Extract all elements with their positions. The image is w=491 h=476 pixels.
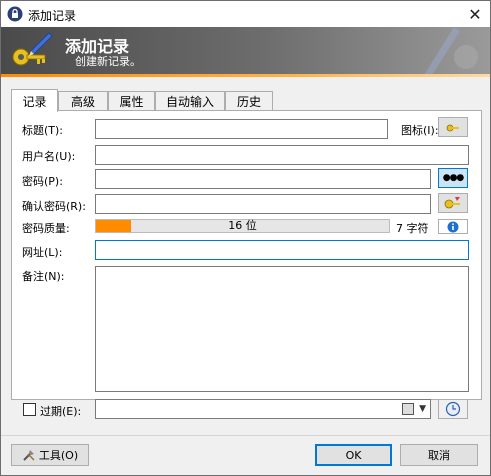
tools-button[interactable]: 工具(O): [11, 444, 89, 466]
quality-bits-text: 16 位: [228, 219, 257, 232]
tab-properties[interactable]: 属性: [108, 91, 155, 111]
close-button[interactable]: ✕: [460, 1, 490, 27]
username-input[interactable]: [95, 145, 469, 165]
quality-chars-text: 7 字符: [396, 222, 429, 235]
confirm-password-label: 确认密码(R):: [22, 200, 86, 213]
cancel-button[interactable]: 取消: [400, 444, 478, 466]
tab-advanced[interactable]: 高级: [58, 91, 108, 111]
title-input[interactable]: [95, 119, 388, 139]
url-label: 网址(L):: [22, 246, 63, 259]
key-pen-icon: [12, 32, 53, 66]
add-entry-dialog: 添加记录 ✕ 添加记录 创建新记录。 记录 高级 属性 自动输入 历史 标题(T…: [0, 0, 491, 476]
key-generator-icon: [444, 197, 460, 209]
expires-label: 过期(E):: [40, 405, 82, 418]
tab-entry[interactable]: 记录: [11, 89, 58, 112]
password-quality-label: 密码质量:: [22, 222, 70, 235]
footer-divider: [1, 435, 490, 436]
banner-accent-stripe: [1, 74, 490, 77]
password-label: 密码(P):: [22, 175, 63, 188]
window-title: 添加记录: [28, 9, 77, 23]
tools-icon: [23, 450, 35, 461]
calendar-icon: [402, 403, 414, 415]
clock-icon: [445, 401, 461, 417]
url-input[interactable]: [95, 240, 469, 260]
expires-datetime-picker[interactable]: ▼: [95, 399, 431, 419]
title-label: 标题(T):: [22, 124, 64, 137]
toggle-password-visibility-button[interactable]: ●●●: [438, 168, 468, 188]
info-icon: [447, 221, 459, 232]
close-icon: ✕: [468, 4, 482, 24]
confirm-password-input[interactable]: [95, 194, 431, 214]
password-quality-bar: 16 位: [95, 219, 390, 233]
ok-button[interactable]: OK: [315, 444, 392, 466]
password-input[interactable]: [95, 169, 431, 189]
username-label: 用户名(U):: [22, 150, 76, 163]
lock-icon: [7, 6, 23, 22]
icon-label: 图标(I):: [401, 124, 439, 137]
tab-auto-type[interactable]: 自动输入: [155, 91, 225, 111]
key-icon: [446, 124, 459, 132]
icon-picker-button[interactable]: [438, 117, 468, 137]
tab-history[interactable]: 历史: [225, 91, 273, 111]
expires-checkbox[interactable]: [23, 403, 36, 416]
notes-textarea[interactable]: [95, 266, 469, 392]
dots-icon: ●●●: [442, 173, 465, 183]
header-banner: 添加记录 创建新记录。: [1, 27, 490, 77]
title-bar: 添加记录 ✕: [1, 1, 490, 27]
banner-subtitle: 创建新记录。: [75, 55, 141, 68]
chevron-down-icon: ▼: [419, 404, 426, 414]
watermark-icon: [424, 27, 478, 75]
expiry-presets-button[interactable]: [438, 399, 468, 419]
generate-password-button[interactable]: [438, 193, 468, 213]
notes-label: 备注(N):: [22, 270, 65, 283]
quality-info-button[interactable]: [438, 219, 468, 234]
